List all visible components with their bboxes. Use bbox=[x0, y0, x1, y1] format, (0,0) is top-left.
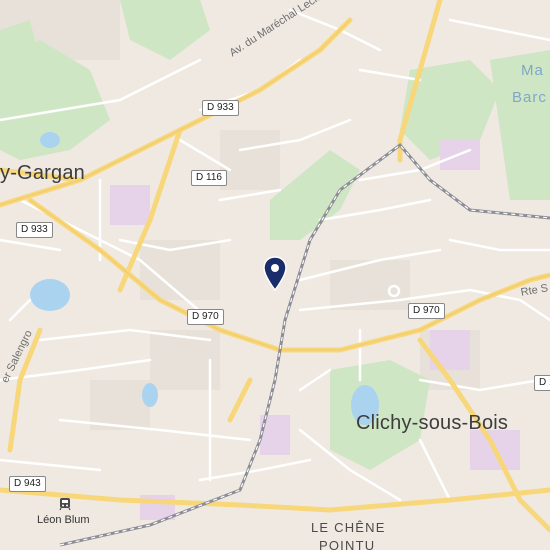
district-label-le-chene: LE CHÊNE bbox=[311, 520, 386, 535]
road-shield-d116: D 116 bbox=[191, 170, 227, 186]
road-shield-d1: D 1 bbox=[534, 375, 550, 391]
road-shield-d933: D 933 bbox=[202, 100, 239, 116]
road-shield-d970: D 970 bbox=[408, 303, 445, 319]
tram-icon[interactable] bbox=[58, 497, 72, 511]
road-shield-d943: D 943 bbox=[9, 476, 46, 492]
area-label-barc: Barc bbox=[512, 89, 547, 106]
place-label-gargan: y-Gargan bbox=[0, 162, 85, 184]
road-shield-d933: D 933 bbox=[16, 222, 53, 238]
place-label-clichy-sous-bois: Clichy-sous-Bois bbox=[356, 412, 509, 434]
map-canvas[interactable]: y-Gargan Clichy-sous-Bois LE CHÊNE POINT… bbox=[0, 0, 550, 550]
road-shield-d970: D 970 bbox=[187, 309, 224, 325]
transit-station-label[interactable]: Léon Blum bbox=[37, 515, 90, 526]
area-label-ma: Ma bbox=[521, 62, 544, 79]
location-pin-icon[interactable] bbox=[262, 256, 288, 292]
district-label-pointu: POINTU bbox=[319, 538, 376, 550]
